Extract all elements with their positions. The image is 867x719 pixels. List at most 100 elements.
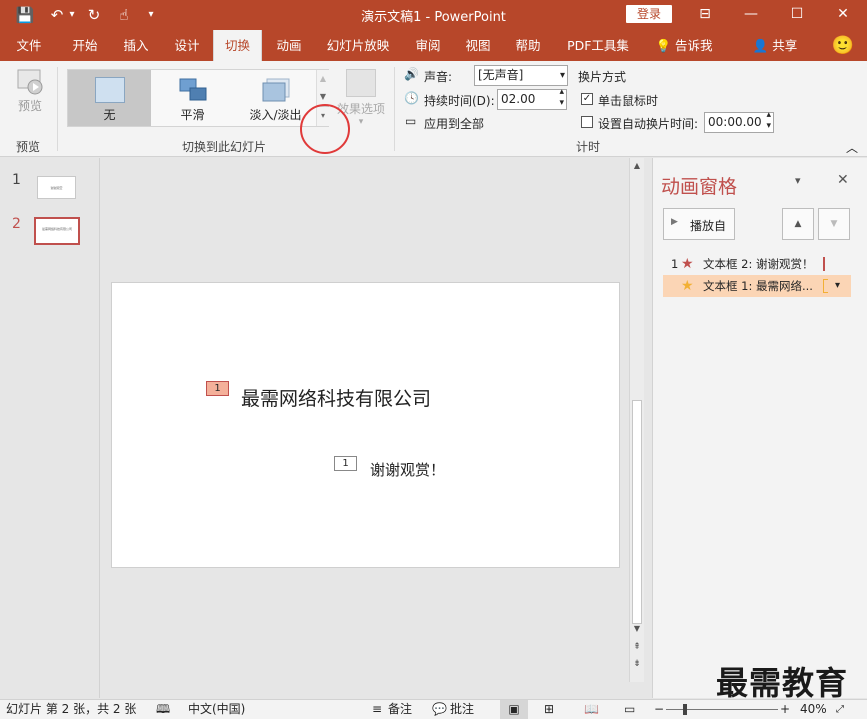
after-time-up-icon[interactable]: ▴ — [766, 110, 771, 121]
group-transition-label: 切换到此幻灯片 — [182, 140, 267, 154]
clock-icon: 🕓 — [404, 91, 419, 105]
thanks-textbox[interactable]: 谢谢观赏！ — [370, 459, 445, 480]
pane-menu-icon[interactable]: ▾ — [795, 174, 801, 187]
duration-up-icon[interactable]: ▴ — [559, 87, 564, 98]
thumbnail-slide-1[interactable]: 谢谢观赏 — [37, 176, 76, 199]
tab-file[interactable]: 文件 — [6, 30, 52, 61]
animation-pane: 动画窗格 ▾ ✕ ▶ 播放自 ▲ ▼ 1 ★ 文本框 2: 谢谢观赏！ ★ 文本… — [652, 158, 867, 698]
tab-help[interactable]: 帮助 — [506, 30, 550, 61]
company-textbox[interactable]: 最需网络科技有限公司 — [241, 384, 431, 411]
tab-slideshow[interactable]: 幻灯片放映 — [318, 30, 398, 61]
scroll-down-icon[interactable]: ▼ — [630, 624, 644, 633]
previous-slide-icon[interactable]: ⇞ — [630, 642, 644, 652]
fit-slide-icon[interactable]: ⤢ — [836, 700, 866, 719]
on-click-checkbox[interactable]: ✓ — [581, 93, 593, 105]
zoom-in-icon[interactable]: + — [780, 700, 790, 719]
spell-check-icon[interactable]: 🕮 — [156, 700, 170, 719]
scroll-thumb[interactable] — [632, 400, 642, 624]
group-timing-label: 计时 — [576, 140, 601, 154]
zoom-slider[interactable] — [666, 704, 778, 715]
pane-close-icon[interactable]: ✕ — [837, 172, 849, 188]
scroll-up-icon[interactable]: ▲ — [630, 158, 644, 174]
effect-options-icon — [346, 69, 376, 97]
duration-value: 02.00 — [501, 92, 536, 106]
animation-item[interactable]: 1 ★ 文本框 2: 谢谢观赏！ — [663, 253, 851, 275]
after-time-down-icon[interactable]: ▾ — [766, 121, 771, 132]
ribbon-display-icon[interactable]: ⊟ — [682, 0, 728, 30]
duration-down-icon[interactable]: ▾ — [559, 98, 564, 109]
fade-icon — [262, 78, 290, 102]
group-separator — [57, 67, 58, 151]
tab-home[interactable]: 开始 — [60, 30, 110, 61]
play-from-button[interactable]: ▶ 播放自 — [663, 208, 735, 240]
share-button[interactable]: 👤 共享 — [748, 30, 802, 61]
tab-animations[interactable]: 动画 — [266, 30, 312, 61]
highlight-circle — [300, 104, 350, 154]
preview-button[interactable]: 预览 — [8, 67, 52, 119]
duration-label: 持续时间(D): — [424, 94, 495, 108]
transition-morph-label: 平滑 — [180, 108, 205, 122]
minimize-icon[interactable]: — — [728, 0, 774, 30]
after-time-checkbox[interactable] — [581, 116, 593, 128]
feedback-smiley-icon[interactable]: 🙂 — [828, 30, 858, 61]
tab-pdf-tools[interactable]: PDF工具集 — [560, 30, 636, 61]
thumbnail-number: 1 — [12, 172, 21, 188]
close-icon[interactable]: ✕ — [820, 0, 866, 30]
after-time-input[interactable]: 00:00.00 ▴ ▾ — [704, 110, 774, 133]
tell-me[interactable]: 💡 告诉我 — [648, 30, 720, 61]
person-icon: 👤 — [752, 38, 769, 53]
maximize-icon[interactable]: ☐ — [774, 0, 820, 30]
thumbnail-number: 2 — [12, 216, 21, 232]
thumbnail-slide-2[interactable]: 最需网络科技有限公司 — [34, 217, 80, 245]
tab-view[interactable]: 视图 — [456, 30, 500, 61]
reading-view-icon[interactable]: 📖 — [584, 700, 599, 719]
move-up-button[interactable]: ▲ — [782, 208, 814, 240]
transition-gallery: 无 平滑 淡入/淡出 ▲ ▼ ▾ — [67, 69, 329, 127]
zoom-slider-thumb[interactable] — [683, 704, 687, 715]
tab-insert[interactable]: 插入 — [112, 30, 160, 61]
slide-sorter-icon[interactable]: ⊞ — [544, 700, 554, 719]
play-icon: ▶ — [671, 217, 678, 227]
transition-morph[interactable]: 平滑 — [151, 70, 234, 126]
timing-bar — [823, 257, 825, 271]
lightbulb-icon: 💡 — [655, 38, 672, 53]
notes-icon: ≡ — [372, 702, 383, 716]
slide-canvas[interactable]: 1 最需网络科技有限公司 1 谢谢观赏！ — [111, 282, 620, 568]
animation-tag: 1 — [206, 381, 229, 396]
apply-all-button[interactable]: 应用到全部 — [424, 115, 484, 132]
tab-review[interactable]: 审阅 — [406, 30, 450, 61]
tab-design[interactable]: 设计 — [163, 30, 211, 61]
collapse-ribbon-icon[interactable]: ︿ — [846, 139, 858, 156]
normal-view-icon[interactable]: ▣ — [500, 700, 528, 719]
preview-label: 预览 — [17, 99, 42, 113]
ribbon: 预览 预览 无 平滑 淡入/淡出 ▲ ▼ ▾ 效果选项 ▾ 切换到此幻灯片 🔊 … — [0, 61, 867, 157]
zoom-out-icon[interactable]: − — [654, 700, 664, 719]
slideshow-view-icon[interactable]: ▭ — [624, 700, 635, 719]
sound-icon: 🔊 — [404, 67, 419, 81]
language[interactable]: 中文(中国) — [188, 700, 245, 719]
login-button[interactable]: 登录 — [626, 5, 672, 23]
duration-input[interactable]: 02.00 ▴ ▾ — [497, 87, 567, 110]
tab-transitions[interactable]: 切换 — [213, 30, 262, 61]
slide-count: 幻灯片 第 2 张，共 2 张 — [6, 702, 137, 716]
group-separator — [394, 67, 395, 151]
zoom-level[interactable]: 40% — [800, 700, 827, 719]
share-label: 共享 — [772, 38, 798, 53]
animation-item-selected[interactable]: ★ 文本框 1: 最需网络... ▾ — [663, 275, 851, 297]
after-time-label: 设置自动换片时间: — [598, 117, 699, 131]
watermark: 最需教育 — [716, 664, 849, 702]
transition-none-label: 无 — [103, 108, 116, 122]
thumbnail-pane: 1 谢谢观赏 2 最需网络科技有限公司 — [0, 158, 100, 698]
comments-button[interactable]: 批注 — [450, 700, 474, 719]
transition-none[interactable]: 无 — [68, 70, 151, 126]
star-icon: ★ — [681, 278, 694, 294]
sound-select[interactable]: [无声音] ▾ — [474, 65, 568, 86]
gallery-scroll-up-icon[interactable]: ▲ — [317, 70, 329, 88]
item-dropdown-icon[interactable]: ▾ — [835, 275, 840, 297]
notes-button[interactable]: 备注 — [388, 700, 412, 719]
play-from-label: 播放自 — [690, 219, 727, 233]
group-preview-label: 预览 — [16, 140, 41, 154]
vertical-scrollbar[interactable]: ▲ ▼ ⇞ ⇟ — [629, 158, 644, 682]
next-slide-icon[interactable]: ⇟ — [630, 659, 644, 669]
move-down-button[interactable]: ▼ — [818, 208, 850, 240]
